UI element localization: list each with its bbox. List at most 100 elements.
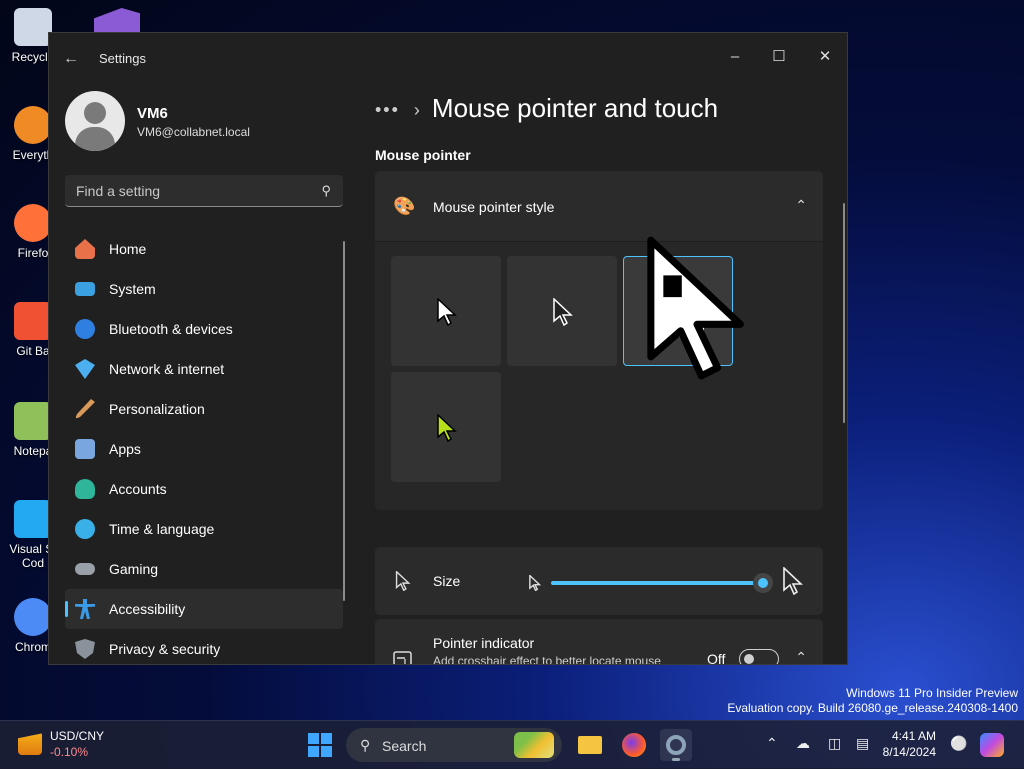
sidebar-item-home[interactable]: Home [65, 229, 343, 269]
sidebar-item-label: Personalization [109, 401, 205, 417]
black-cursor-icon [553, 298, 573, 326]
app-title: Settings [99, 51, 146, 66]
title-bar[interactable]: ← Settings – ☐ ✕ [49, 33, 847, 81]
system-icon [75, 282, 95, 296]
taskbar-file-explorer[interactable] [574, 729, 606, 761]
palette-icon: 🎨 [393, 196, 416, 216]
close-icon: ✕ [818, 48, 832, 65]
sidebar-scrollbar[interactable] [343, 241, 345, 601]
sidebar-item-accounts[interactable]: Accounts [65, 469, 343, 509]
avatar-body [75, 127, 115, 151]
pointer-style-card: 🎨 Mouse pointer style ⌃ [375, 171, 823, 510]
pointer-indicator-toggle[interactable] [739, 649, 779, 664]
pointer-indicator-state: Off [707, 651, 726, 665]
taskbar-settings[interactable] [660, 729, 692, 761]
display-icon[interactable]: ◫ [828, 735, 841, 752]
breadcrumb-ellipsis-button[interactable]: ••• [375, 100, 400, 120]
taskbar-firefox[interactable] [618, 729, 650, 761]
visual-studio-icon [94, 8, 140, 34]
sidebar-item-personalization[interactable]: Personalization [65, 389, 343, 429]
sidebar-item-system[interactable]: System [65, 269, 343, 309]
close-button[interactable]: ✕ [809, 41, 841, 73]
taskbar-search-label: Search [382, 738, 427, 754]
pointer-style-header[interactable]: 🎨 Mouse pointer style ⌃ [375, 171, 823, 241]
bluetooth-icon [75, 319, 95, 339]
folder-icon [578, 736, 602, 754]
gamepad-icon [75, 563, 95, 575]
main-content: ••• › Mouse pointer and touch Mouse pointe… [359, 81, 847, 664]
clock-date[interactable]: 8/14/2024 [878, 745, 936, 759]
chevron-right-icon: › [413, 99, 420, 120]
sidebar-item-label: Accounts [109, 481, 167, 497]
currency-chart-icon [18, 733, 42, 755]
sidebar-item-label: Accessibility [109, 601, 186, 617]
watermark-line-2: Evaluation copy. Build 26080.ge_release.… [727, 701, 1018, 715]
notepad-icon [14, 402, 52, 440]
chevron-up-icon[interactable]: ⌃ [795, 649, 807, 664]
sidebar-item-network[interactable]: Network & internet [65, 349, 343, 389]
size-slider-thumb[interactable] [753, 573, 773, 593]
nav-list: Home System Bluetooth & devices Network … [65, 229, 343, 664]
home-icon [75, 239, 95, 259]
sidebar-item-apps[interactable]: Apps [65, 429, 343, 469]
section-title: Mouse pointer [375, 147, 471, 163]
accounts-icon [75, 479, 95, 499]
back-button[interactable]: ← [63, 49, 83, 69]
pointer-style-white[interactable] [391, 256, 501, 366]
windows-logo-icon [308, 733, 332, 757]
white-cursor-icon [437, 298, 457, 326]
avatar[interactable] [65, 91, 125, 151]
search-icon: ⚲ [360, 737, 371, 753]
search-placeholder: Find a setting [76, 183, 161, 199]
notification-bell-icon[interactable]: ⚪ [950, 735, 967, 752]
minimize-button[interactable]: – [719, 41, 751, 73]
taskbar-search[interactable]: ⚲ Search [346, 728, 562, 762]
globe-clock-icon [75, 519, 95, 539]
sidebar-item-gaming[interactable]: Gaming [65, 549, 343, 589]
sidebar-item-bluetooth[interactable]: Bluetooth & devices [65, 309, 343, 349]
pointer-indicator-description: Add crosshair effect to better locate mo… [433, 654, 661, 665]
desktop-icon-visual-studio[interactable] [94, 8, 142, 34]
sidebar: VM6 VM6@collabnet.local Find a setting ⚲… [49, 81, 359, 664]
page-title: Mouse pointer and touch [431, 93, 719, 123]
running-indicator [672, 758, 680, 761]
sidebar-item-label: Home [109, 241, 147, 257]
start-button[interactable] [308, 733, 332, 757]
vscode-icon [14, 500, 52, 538]
sidebar-item-label: Privacy & security [109, 641, 221, 657]
cursor-outline-icon [395, 571, 411, 591]
clock-time[interactable]: 4:41 AM [888, 729, 936, 743]
breadcrumb: ••• › Mouse pointer and touch [375, 93, 718, 124]
sidebar-item-label: Gaming [109, 561, 159, 577]
sidebar-item-time-language[interactable]: Time & language [65, 509, 343, 549]
network-icon[interactable]: ▤ [856, 735, 869, 752]
sidebar-item-label: Time & language [109, 521, 215, 537]
accessibility-icon [75, 599, 95, 619]
sidebar-item-label: Bluetooth & devices [109, 321, 233, 337]
brush-icon [75, 399, 95, 419]
chrome-icon [14, 598, 52, 636]
size-slider-track[interactable] [551, 581, 763, 585]
main-scrollbar[interactable] [843, 203, 845, 423]
sidebar-item-privacy[interactable]: Privacy & security [65, 629, 343, 664]
copilot-icon[interactable] [980, 733, 1004, 757]
chevron-up-icon[interactable]: ⌃ [766, 735, 778, 752]
maximize-button[interactable]: ☐ [763, 41, 795, 73]
chevron-up-icon[interactable]: ⌃ [795, 197, 807, 214]
find-setting-input[interactable]: Find a setting ⚲ [65, 175, 343, 207]
mouse-cursor-icon [647, 236, 744, 380]
minimize-icon: – [730, 48, 740, 65]
pointer-style-black[interactable] [507, 256, 617, 366]
git-bash-icon [14, 302, 52, 340]
custom-color-cursor-icon [437, 414, 457, 442]
shield-icon [75, 639, 95, 659]
crosshair-pointer-icon [393, 651, 412, 664]
pointer-indicator-row[interactable]: Pointer indicator Add crosshair effect t… [375, 619, 823, 665]
cloud-offline-icon[interactable]: ☁ [796, 735, 810, 752]
large-cursor-icon [783, 567, 803, 595]
sidebar-item-accessibility[interactable]: Accessibility [65, 589, 343, 629]
pointer-style-options [375, 241, 823, 510]
pointer-indicator-title: Pointer indicator [433, 635, 535, 651]
recycle-bin-icon [14, 8, 52, 46]
pointer-style-custom[interactable] [391, 372, 501, 482]
